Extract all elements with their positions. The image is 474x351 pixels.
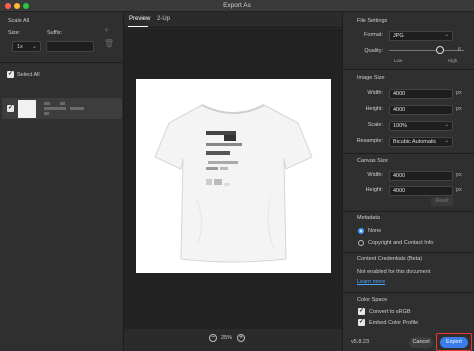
image-width-unit: px [456, 90, 462, 96]
scale-size-select[interactable]: 1x ⌄ [12, 41, 41, 52]
asset-name-redacted [44, 102, 50, 105]
t-shirt-image [154, 104, 313, 263]
divider [343, 69, 474, 70]
chevron-down-icon: ⌄ [31, 44, 37, 50]
canvas-width-unit: px [456, 172, 462, 178]
quality-slider-track[interactable] [389, 50, 464, 51]
select-all-checkbox[interactable]: ✓ [7, 71, 14, 78]
format-value: JPG [393, 33, 404, 39]
learn-more-link[interactable]: Learn more [357, 279, 385, 285]
metadata-none-radio[interactable] [358, 228, 364, 234]
left-panel: Scale All Size: Suffix: 1x ⌄ + 🗑 ✓ Selec… [0, 12, 124, 351]
image-height-unit: px [456, 106, 462, 112]
metadata-copyright-radio[interactable] [358, 240, 364, 246]
scale-size-value: 1x [17, 44, 23, 50]
canvas-height-input[interactable]: 4000 [389, 186, 453, 196]
zoom-bar: − 25% + [124, 329, 342, 351]
scale-select[interactable]: 100% ⌄ [389, 121, 453, 131]
divider [343, 252, 474, 253]
quality-low-label: Low [394, 58, 403, 63]
image-height-label: Height: [365, 106, 383, 112]
resample-label: Resample: [356, 138, 383, 144]
image-height-input[interactable]: 4000 [389, 105, 453, 115]
version-label: v5.8.23 [351, 339, 370, 345]
content-credentials-status: Not enabled for this document [357, 269, 431, 275]
suffix-label: Suffix: [47, 30, 63, 36]
asset-name-redacted [44, 107, 66, 110]
quality-high-label: High [448, 58, 458, 63]
scale-value: 100% [393, 123, 408, 129]
asset-name-redacted [70, 107, 84, 110]
metadata-none-label: None [368, 228, 382, 234]
file-settings-title: File Settings [357, 18, 388, 24]
convert-srgb-checkbox[interactable]: ✓ [358, 308, 365, 315]
export-button-highlight [436, 333, 472, 351]
canvas-height-unit: px [456, 187, 462, 193]
color-space-title: Color Space [357, 297, 388, 303]
canvas-width-input[interactable]: 4000 [389, 171, 453, 181]
asset-thumbnail [18, 100, 36, 118]
chevron-down-icon: ⌄ [444, 122, 449, 128]
canvas-size-title: Canvas Size [357, 158, 388, 164]
chevron-down-icon: ⌄ [444, 138, 449, 144]
active-tab-indicator [128, 26, 148, 27]
canvas-height-label: Height: [365, 187, 383, 193]
cancel-button[interactable]: Cancel [409, 337, 433, 348]
window-title: Export As [223, 2, 251, 9]
asset-row[interactable]: ✓ [2, 98, 122, 119]
embed-profile-checkbox[interactable]: ✓ [358, 319, 365, 326]
preview-image [136, 79, 331, 273]
image-width-label: Width: [367, 90, 383, 96]
asset-name-redacted [44, 112, 49, 115]
metadata-title: Metadata [357, 215, 380, 221]
trash-icon[interactable]: 🗑 [104, 39, 114, 48]
scale-all-label: Scale All [8, 18, 30, 24]
divider [343, 153, 474, 154]
quality-slider-knob[interactable] [436, 46, 444, 54]
quality-value: 6 [458, 47, 462, 53]
plus-icon[interactable]: + [104, 25, 109, 35]
content-credentials-title: Content Credentials (Beta) [357, 256, 423, 262]
divider [343, 292, 474, 293]
divider [343, 211, 474, 212]
zoom-level: 25% [221, 335, 233, 341]
convert-srgb-label: Convert to sRGB [369, 309, 411, 315]
embed-profile-label: Embed Color Profile [369, 320, 419, 326]
select-all-label: Select All [17, 72, 40, 78]
title-bar: Export As [0, 0, 474, 12]
resample-value: Bicubic Automatic [393, 139, 437, 145]
scale-label: Scale: [367, 122, 383, 128]
resample-select[interactable]: Bicubic Automatic ⌄ [389, 137, 453, 147]
divider [0, 62, 124, 63]
asset-checkbox[interactable]: ✓ [7, 105, 14, 112]
zoom-in-button[interactable]: + [237, 334, 245, 342]
image-size-title: Image Size [357, 75, 385, 81]
reset-canvas-button[interactable]: Reset [431, 197, 453, 206]
zoom-out-button[interactable]: − [209, 334, 217, 342]
canvas-width-label: Width: [367, 172, 383, 178]
chevron-down-icon: ⌄ [444, 32, 449, 38]
tab-preview[interactable]: Preview [129, 16, 150, 22]
format-select[interactable]: JPG ⌄ [389, 31, 453, 41]
asset-name-redacted [60, 102, 65, 105]
preview-tabs: Preview 2-Up [124, 12, 342, 28]
image-width-input[interactable]: 4000 [389, 89, 453, 99]
metadata-copyright-label: Copyright and Contact Info [368, 240, 434, 246]
format-label: Format: [364, 32, 383, 38]
size-label: Size: [8, 30, 21, 36]
quality-label: Quality: [364, 48, 383, 54]
tab-2-up[interactable]: 2-Up [157, 16, 170, 22]
right-panel: File Settings Format: JPG ⌄ Quality: 6 L… [342, 12, 474, 351]
suffix-input[interactable] [46, 41, 94, 52]
